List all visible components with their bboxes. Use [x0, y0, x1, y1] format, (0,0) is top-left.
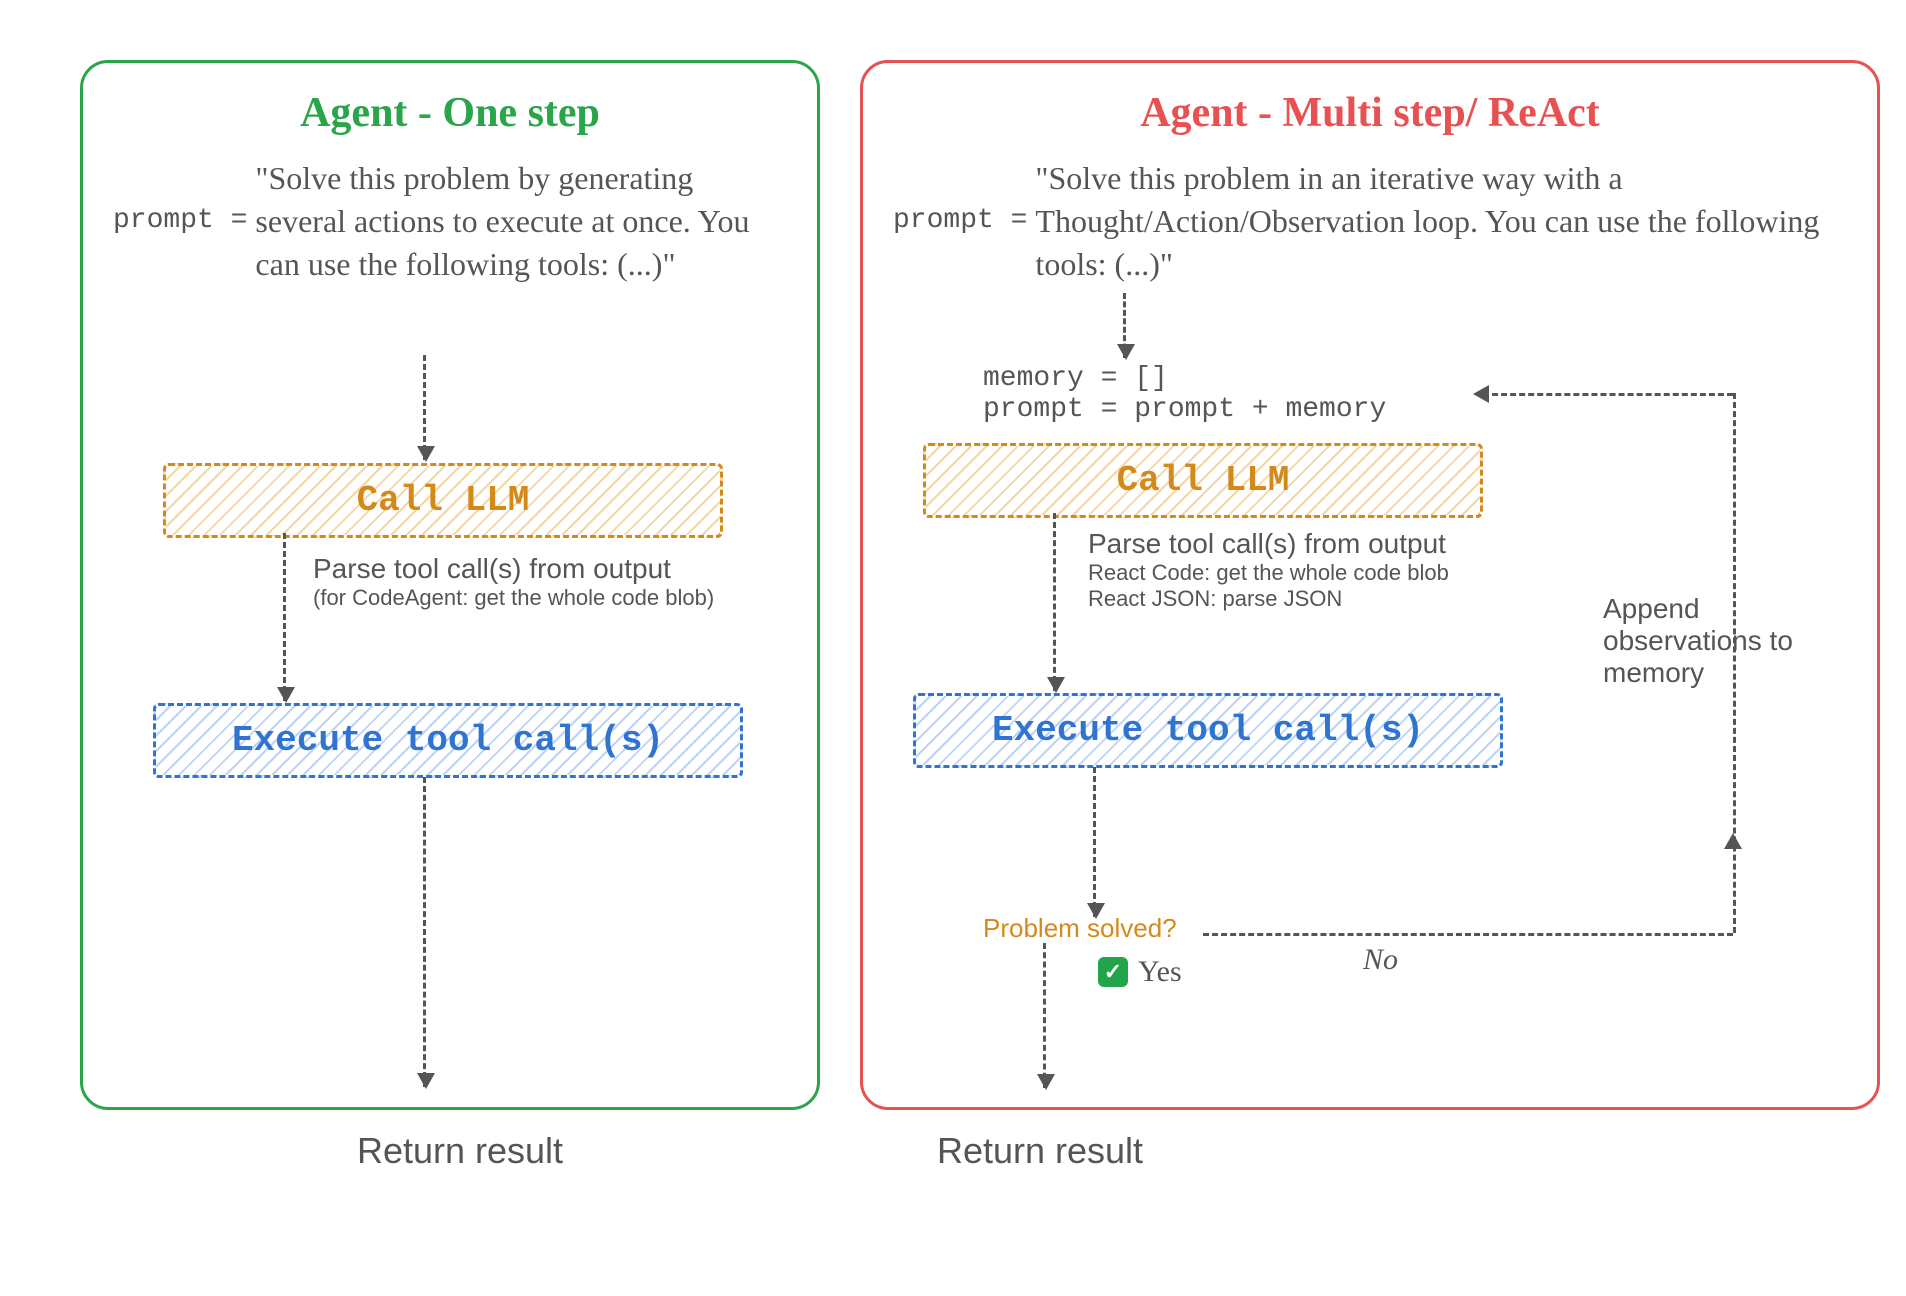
parse-line3-right: React JSON: parse JSON — [1088, 586, 1449, 612]
diagram-root: Agent - One step prompt = "Solve this pr… — [40, 40, 1906, 1256]
parse-line1-right: Parse tool call(s) from output — [1088, 528, 1449, 560]
prompt-body-right: "Solve this problem in an iterative way … — [1035, 157, 1847, 287]
label-execute-left: Execute tool call(s) — [232, 720, 664, 761]
parse-line1-left: Parse tool call(s) from output — [313, 553, 714, 585]
parse-annot-left: Parse tool call(s) from output (for Code… — [313, 553, 714, 611]
return-left: Return result — [280, 1130, 640, 1172]
check-icon: ✓ — [1098, 957, 1128, 987]
prompt-row-left: prompt = "Solve this problem by generati… — [113, 157, 787, 287]
panel-title-one-step: Agent - One step — [113, 89, 787, 137]
parse-line2-left: (for CodeAgent: get the whole code blob) — [313, 585, 714, 611]
decision-text: Problem solved? — [983, 913, 1177, 944]
box-call-llm-right: Call LLM — [923, 443, 1483, 518]
memory-line1: memory = [] — [983, 363, 1386, 394]
no-label: No — [1363, 943, 1398, 977]
box-execute-left: Execute tool call(s) — [153, 703, 743, 778]
arrow-prompt-to-mem — [1123, 293, 1126, 358]
arrow-exec-to-return-left — [423, 777, 426, 1087]
prompt-lhs-right: prompt = — [893, 157, 1027, 236]
return-right: Return result — [860, 1130, 1220, 1172]
append-annot: Append observations to memory — [1603, 593, 1813, 689]
arrow-llm-to-exec-right — [1053, 513, 1056, 691]
no-arrowhead — [1473, 385, 1489, 403]
memory-line2: prompt = prompt + memory — [983, 394, 1386, 425]
arrow-yes-to-return — [1043, 943, 1046, 1088]
label-call-llm-left: Call LLM — [357, 480, 530, 521]
parse-line2-right: React Code: get the whole code blob — [1088, 560, 1449, 586]
yes-branch: ✓ Yes — [1098, 955, 1182, 989]
prompt-lhs-left: prompt = — [113, 157, 247, 236]
label-call-llm-right: Call LLM — [1117, 460, 1290, 501]
no-edge-h — [1203, 933, 1733, 936]
label-execute-right: Execute tool call(s) — [992, 710, 1424, 751]
parse-annot-right: Parse tool call(s) from output React Cod… — [1088, 528, 1449, 612]
panel-title-multi-step: Agent - Multi step/ ReAct — [893, 89, 1847, 137]
loop-arrowhead-icon — [1724, 833, 1742, 849]
panel-multi-step: Agent - Multi step/ ReAct prompt = "Solv… — [860, 60, 1880, 1110]
arrow-prompt-to-llm-left — [423, 355, 426, 460]
prompt-row-right: prompt = "Solve this problem in an itera… — [893, 157, 1847, 287]
box-execute-right: Execute tool call(s) — [913, 693, 1503, 768]
prompt-body-left: "Solve this problem by generating severa… — [255, 157, 787, 287]
memory-text: memory = [] prompt = prompt + memory — [983, 363, 1386, 425]
arrow-llm-to-exec-left — [283, 533, 286, 701]
yes-label: Yes — [1138, 955, 1182, 989]
panel-one-step: Agent - One step prompt = "Solve this pr… — [80, 60, 820, 1110]
no-edge-top — [1483, 393, 1733, 396]
arrow-exec-to-decision — [1093, 767, 1096, 917]
box-call-llm-left: Call LLM — [163, 463, 723, 538]
